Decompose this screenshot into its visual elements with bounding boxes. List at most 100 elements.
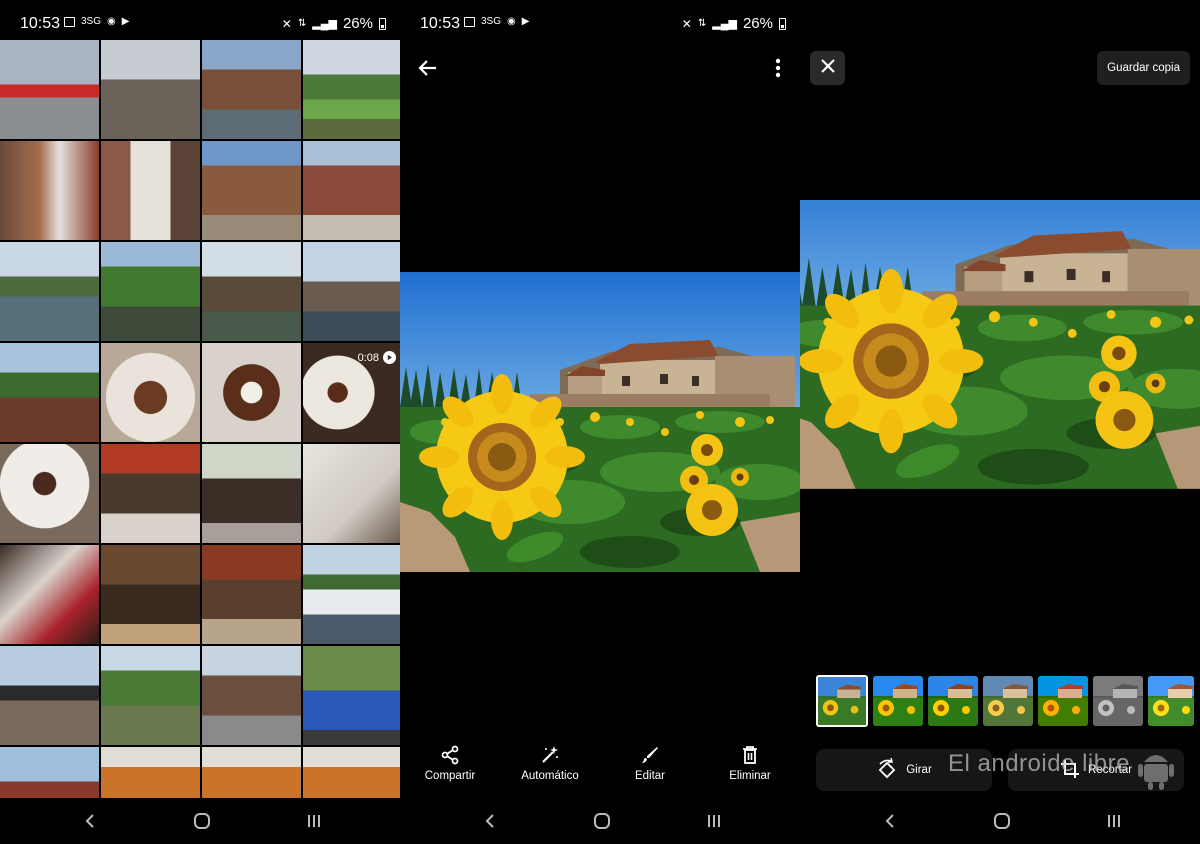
wifi-icon: ◉ [107, 16, 116, 27]
video-duration: 0:08 [357, 351, 379, 364]
photo-thumbnail[interactable] [303, 40, 400, 139]
network-label: 3SG [81, 16, 102, 27]
play-store-icon: ▶ [521, 16, 530, 27]
main-photo[interactable] [400, 272, 800, 572]
photo-editor-screen: Guardar copia Girar Recortar El androide… [800, 0, 1200, 844]
photo-thumbnail[interactable] [0, 141, 99, 240]
recents-nav-icon[interactable] [1094, 808, 1134, 834]
edit-button[interactable]: Editar [600, 740, 700, 782]
status-time: 10:53 [20, 15, 61, 32]
delete-label: Eliminar [729, 770, 771, 782]
status-time: 10:53 [420, 15, 461, 32]
photo-viewer-screen: 10:53 3SG ◉ ▶ ✕ ⇅ ▂▄▆ 26% Compartir Auto… [400, 0, 800, 844]
watermark-android-logo [1138, 746, 1174, 790]
home-nav-icon[interactable] [582, 808, 622, 834]
auto-enhance-label: Automático [521, 770, 579, 782]
cellular-signal-icon: ▂▄▆ [712, 18, 737, 30]
wifi-signal-icon: ⇅ [697, 18, 707, 29]
mute-icon: ✕ [681, 16, 692, 31]
photo-thumbnail[interactable] [303, 141, 400, 240]
home-nav-icon[interactable] [982, 808, 1022, 834]
photo-thumbnail[interactable] [303, 242, 400, 341]
photo-thumbnail[interactable] [202, 242, 301, 341]
status-bar: 10:53 3SG ◉ ▶ ✕ ⇅ ▂▄▆ 26% [400, 0, 800, 40]
battery-percent: 26% [742, 15, 773, 32]
share-button[interactable]: Compartir [400, 740, 500, 782]
wifi-signal-icon: ⇅ [297, 18, 307, 29]
rotate-icon [876, 757, 898, 783]
battery-icon [779, 17, 786, 30]
close-editor-button[interactable] [810, 51, 845, 85]
rotate-label: Girar [906, 764, 932, 776]
filter-thumbnail-selected[interactable] [816, 675, 868, 727]
share-label: Compartir [424, 770, 476, 782]
filter-strip [816, 675, 1194, 727]
pencil-icon [640, 740, 660, 770]
close-icon [820, 58, 836, 79]
system-navigation-bar [400, 798, 800, 844]
photo-thumbnail[interactable] [0, 40, 99, 139]
filter-thumbnail[interactable] [983, 676, 1033, 726]
delete-button[interactable]: Eliminar [700, 740, 800, 782]
filter-thumbnail[interactable] [1093, 676, 1143, 726]
photo-thumbnail[interactable] [202, 343, 301, 442]
photo-thumbnail[interactable] [202, 141, 301, 240]
battery-percent: 26% [342, 15, 373, 32]
recents-nav-icon[interactable] [294, 808, 334, 834]
photo-thumbnail[interactable] [0, 444, 99, 543]
play-store-icon: ▶ [121, 16, 130, 27]
more-options-icon[interactable] [760, 50, 796, 86]
home-nav-icon[interactable] [182, 808, 222, 834]
wifi-icon: ◉ [507, 16, 516, 27]
photo-thumbnail[interactable] [101, 40, 200, 139]
photo-thumbnail[interactable] [202, 545, 301, 644]
photo-thumbnail[interactable] [101, 343, 200, 442]
photo-thumbnail[interactable] [303, 646, 400, 745]
share-icon [440, 740, 460, 770]
photo-thumbnail[interactable] [101, 141, 200, 240]
filter-thumbnail[interactable] [873, 676, 923, 726]
photo-thumbnail[interactable] [101, 242, 200, 341]
gallery-notification-icon [64, 16, 75, 27]
system-navigation-bar [0, 798, 400, 844]
photo-thumbnail[interactable] [0, 545, 99, 644]
back-nav-icon[interactable] [70, 808, 110, 834]
play-icon [383, 351, 396, 364]
filter-thumbnail[interactable] [928, 676, 978, 726]
back-arrow-icon[interactable] [410, 50, 446, 86]
filter-thumbnail[interactable] [1148, 676, 1194, 726]
photo-thumbnail[interactable] [101, 444, 200, 543]
photo-thumbnail[interactable] [101, 545, 200, 644]
photo-thumbnail[interactable] [0, 242, 99, 341]
watermark-text: El androide libre [948, 750, 1130, 777]
photo-thumbnail[interactable] [101, 646, 200, 745]
photo-thumbnail[interactable] [0, 343, 99, 442]
photo-thumbnail[interactable] [303, 545, 400, 644]
magic-wand-icon [540, 740, 560, 770]
save-copy-button[interactable]: Guardar copia [1097, 51, 1190, 85]
back-nav-icon[interactable] [870, 808, 910, 834]
gallery-screen: 10:53 3SG ◉ ▶ ✕ ⇅ ▂▄▆ 26% 0:08 [0, 0, 400, 844]
filter-thumbnail[interactable] [1038, 676, 1088, 726]
recents-nav-icon[interactable] [694, 808, 734, 834]
auto-enhance-button[interactable]: Automático [500, 740, 600, 782]
status-bar: 10:53 3SG ◉ ▶ ✕ ⇅ ▂▄▆ 26% [0, 0, 400, 40]
edit-label: Editar [634, 770, 666, 782]
video-thumbnail[interactable]: 0:08 [303, 343, 400, 442]
back-nav-icon[interactable] [470, 808, 510, 834]
photo-thumbnail[interactable] [202, 444, 301, 543]
network-label: 3SG [481, 16, 502, 27]
photo-grid: 0:08 [0, 40, 400, 844]
photo-thumbnail[interactable] [202, 40, 301, 139]
gallery-notification-icon [464, 16, 475, 27]
photo-thumbnail[interactable] [202, 646, 301, 745]
video-duration-badge: 0:08 [358, 351, 396, 364]
trash-icon [741, 740, 759, 770]
photo-thumbnail[interactable] [0, 646, 99, 745]
battery-icon [379, 17, 386, 30]
cellular-signal-icon: ▂▄▆ [312, 18, 337, 30]
photo-actions-bar: Compartir Automático Editar Eliminar [400, 740, 800, 800]
editing-photo[interactable] [800, 200, 1200, 500]
photo-thumbnail[interactable] [303, 444, 400, 543]
system-navigation-bar [800, 798, 1200, 844]
